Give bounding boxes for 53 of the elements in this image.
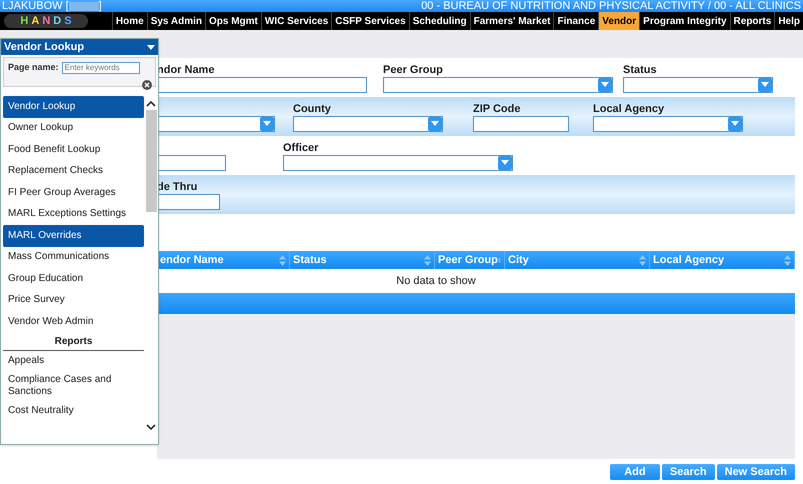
select-field[interactable] <box>623 76 773 92</box>
menu-item[interactable]: Vendor Lookup <box>3 96 144 118</box>
select-field[interactable] <box>593 116 743 132</box>
nav-tab[interactable]: Vendor <box>598 12 640 30</box>
empty-message: No data to show <box>396 274 476 289</box>
menu-item[interactable]: MARL Overrides <box>3 225 144 246</box>
caret-icon <box>501 160 509 165</box>
input-field[interactable] <box>157 154 226 170</box>
bracket-text: ] <box>98 0 102 12</box>
select-field[interactable] <box>283 154 513 170</box>
logo-letter: N <box>42 15 50 27</box>
sort-icon[interactable] <box>424 254 431 266</box>
caret-icon <box>601 82 609 87</box>
chevron-down-icon[interactable] <box>146 422 156 432</box>
dropdown-button[interactable] <box>728 116 742 130</box>
dropdown-button[interactable] <box>498 156 512 170</box>
dropdown-button[interactable] <box>598 78 612 92</box>
page-menu-toggle[interactable]: Vendor Lookup <box>1 39 158 55</box>
input-field[interactable] <box>157 194 220 210</box>
clinic-context: 00 - BUREAU OF NUTRITION AND PHYSICAL ACTIVITY / 00 - ALL CLINICS <box>421 0 801 12</box>
select-field[interactable] <box>293 116 443 132</box>
keyword-input[interactable]: Enter keywords <box>62 62 140 74</box>
field-label: Status <box>623 62 658 76</box>
field-label: ZIP Code <box>473 102 522 116</box>
caret-icon <box>147 44 155 50</box>
caret-icon <box>263 121 271 126</box>
sort-icon[interactable] <box>784 254 791 266</box>
input-field[interactable] <box>473 116 569 132</box>
clear-icon[interactable] <box>142 80 152 90</box>
logo-letter: D <box>53 15 62 27</box>
field-label: Peer Group <box>383 62 444 76</box>
field-label: Officer <box>283 140 320 154</box>
sort-icon[interactable] <box>279 254 286 266</box>
scrollbar-thumb[interactable] <box>146 110 156 212</box>
search-label: Page name: <box>8 61 59 74</box>
caret-icon <box>431 121 439 126</box>
chevron-up-icon[interactable] <box>146 99 156 109</box>
logo-letter: A <box>31 15 40 27</box>
caret-icon <box>761 82 769 87</box>
select-field[interactable] <box>157 116 275 132</box>
dropdown-button[interactable] <box>428 116 442 130</box>
logo-letter: H <box>20 15 28 27</box>
dropdown-button[interactable] <box>260 116 274 130</box>
input-field[interactable] <box>157 76 367 92</box>
caret-icon <box>731 121 739 126</box>
field-label: County <box>293 102 332 116</box>
user-name: LJAKUBOW [ <box>2 0 69 12</box>
dropdown-button[interactable] <box>758 78 772 92</box>
redacted-block <box>68 2 99 10</box>
field-label: Local Agency <box>593 102 666 116</box>
select-field[interactable] <box>383 76 613 92</box>
sort-icon[interactable] <box>639 254 646 266</box>
logo-letter: S <box>64 15 72 27</box>
